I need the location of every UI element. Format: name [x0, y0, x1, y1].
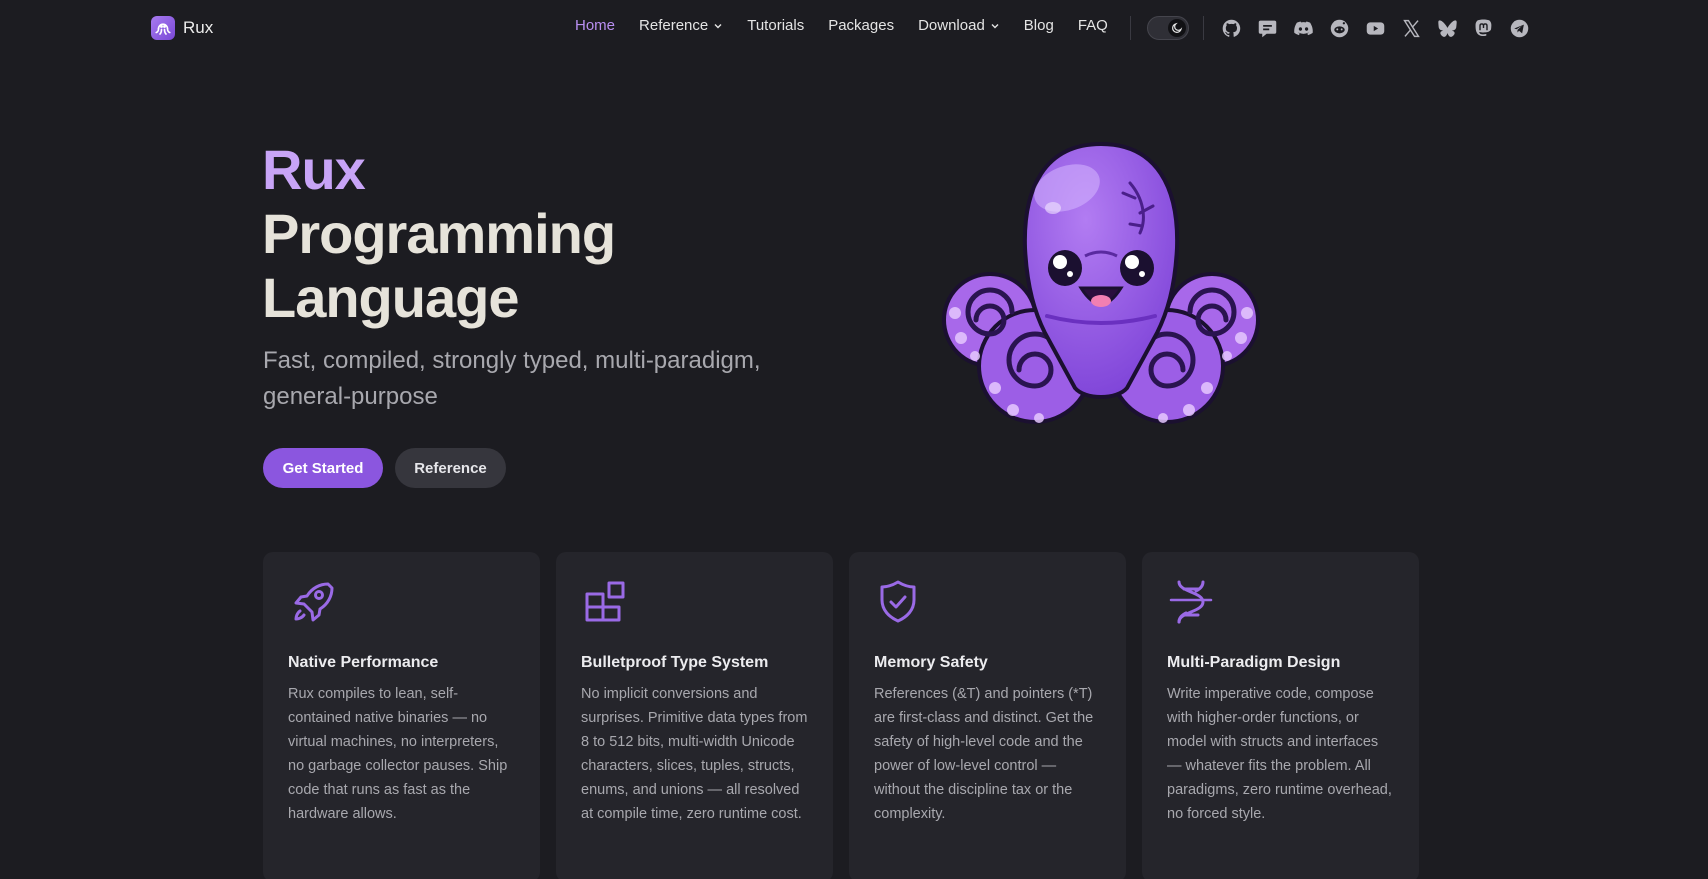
nav-tutorials-label: Tutorials: [747, 17, 805, 34]
nav-packages-label: Packages: [828, 17, 895, 34]
nav-blog-label: Blog: [1023, 17, 1054, 34]
feature-title: Native Performance: [288, 654, 439, 671]
nav-tutorials[interactable]: Tutorials: [747, 17, 804, 34]
feature-card: Memory Safety References (&T) and pointe…: [849, 552, 1126, 879]
youtube-icon[interactable]: [1363, 16, 1387, 40]
social-links: [1219, 16, 1531, 40]
dna-icon: [1169, 580, 1213, 624]
chevron-down-icon: [991, 23, 999, 28]
feature-text: No implicit conversions and surprises. P…: [581, 686, 808, 822]
feature-text: References (&T) and pointers (*T) are fi…: [874, 686, 1094, 822]
blocks-icon: [585, 581, 625, 622]
get-started-button[interactable]: Get Started: [263, 448, 383, 488]
nav-reference-label: Reference: [639, 17, 709, 34]
moon-icon: [1168, 19, 1186, 37]
feature-title: Bulletproof Type System: [581, 654, 769, 671]
discord-icon[interactable]: [1291, 16, 1315, 40]
theme-toggle[interactable]: [1147, 16, 1189, 40]
nav-packages[interactable]: Packages: [828, 17, 894, 34]
feature-card: Native Performance Rux compiles to lean,…: [263, 552, 540, 879]
nav-download-dropdown[interactable]: Download: [918, 17, 1000, 34]
brand-home-link[interactable]: Rux: [151, 16, 213, 40]
features-section: Native Performance Rux compiles to lean,…: [263, 552, 1419, 879]
chevron-down-icon: [714, 23, 722, 28]
forum-icon[interactable]: [1255, 16, 1279, 40]
nav-download-label: Download: [918, 17, 985, 34]
x-icon[interactable]: [1399, 16, 1423, 40]
hero-title-line2: Programming: [262, 202, 616, 265]
github-icon[interactable]: [1219, 16, 1243, 40]
reddit-icon[interactable]: [1327, 16, 1351, 40]
reference-button[interactable]: Reference: [395, 448, 506, 488]
telegram-icon[interactable]: [1507, 16, 1531, 40]
hero-title-line3: Language: [262, 266, 519, 329]
nav-faq-label: FAQ: [1077, 17, 1108, 34]
nav-divider: [1130, 16, 1131, 40]
main-menu: Home Reference Tutorials Packages Downlo…: [575, 17, 1108, 34]
feature-card: Multi-Paradigm Design Write imperative c…: [1142, 552, 1419, 879]
feature-text: Write imperative code, compose with high…: [1167, 686, 1392, 822]
nav-reference-dropdown[interactable]: Reference: [639, 17, 723, 34]
nav-home[interactable]: Home: [575, 17, 615, 34]
octopus-logo-icon: [151, 16, 175, 40]
octopus-mascot: [942, 141, 1260, 424]
feature-card: Bulletproof Type System No implicit conv…: [556, 552, 833, 879]
hero-title: Rux Programming Language: [262, 138, 822, 330]
nav-blog[interactable]: Blog: [1024, 17, 1054, 34]
feature-title: Multi-Paradigm Design: [1167, 654, 1341, 671]
rocket-icon: [294, 582, 334, 622]
shield-check-icon: [880, 580, 916, 623]
top-navbar: Rux Home Reference Tutorials Packages Do…: [0, 0, 1708, 56]
mastodon-icon[interactable]: [1471, 16, 1495, 40]
nav-home-label: Home: [575, 17, 616, 34]
feature-text: Rux compiles to lean, self-contained nat…: [288, 686, 508, 822]
nav-divider: [1203, 16, 1204, 40]
brand-name: Rux: [183, 18, 214, 37]
bluesky-icon[interactable]: [1435, 16, 1459, 40]
hero-subtitle: Fast, compiled, strongly typed, multi-pa…: [263, 347, 761, 410]
feature-title: Memory Safety: [874, 654, 988, 671]
nav-faq[interactable]: FAQ: [1078, 17, 1108, 34]
hero-title-accent: Rux: [262, 138, 366, 201]
